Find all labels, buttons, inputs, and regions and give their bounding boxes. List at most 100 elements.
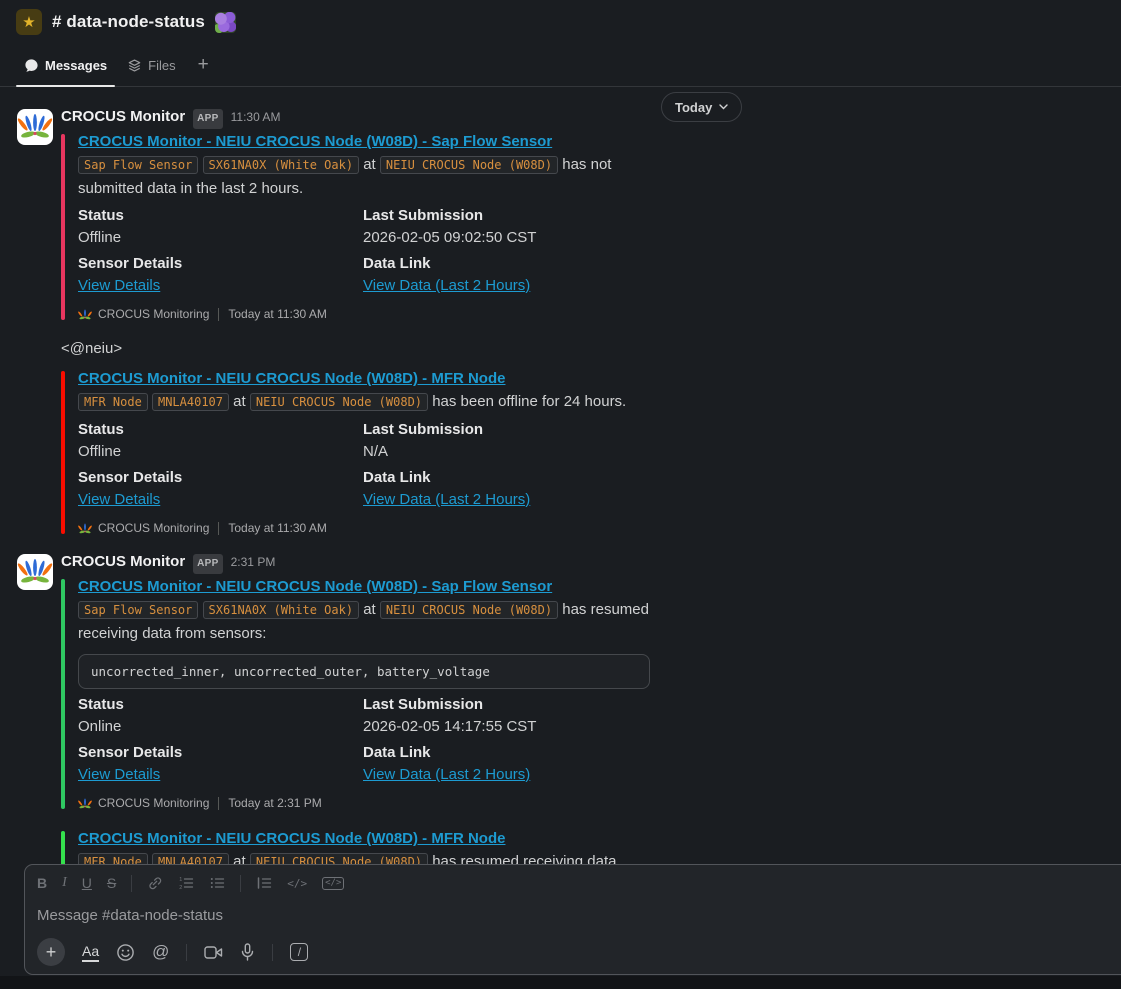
footer-divider (218, 522, 219, 535)
ordered-list-button[interactable]: 1 2 (178, 875, 194, 891)
attachment-fields: Status Last Submission Offline 2026-02-0… (78, 205, 651, 249)
footer-timestamp: Today at 2:31 PM (228, 796, 321, 811)
view-details-link[interactable]: View Details (78, 766, 160, 783)
sensor-id-chip: SX61NA0X (White Oak) (203, 156, 360, 174)
bot-avatar[interactable] (17, 554, 53, 590)
tab-messages-label: Messages (45, 58, 107, 73)
app-badge: APP (193, 554, 222, 574)
underline-button[interactable]: U (82, 876, 92, 890)
bullet-list-icon (209, 875, 225, 891)
last-submission-field-label: Last Submission (363, 694, 651, 716)
view-details-link[interactable]: View Details (78, 491, 160, 508)
tab-messages[interactable]: Messages (16, 44, 115, 86)
footer-timestamp: Today at 11:30 AM (228, 521, 327, 536)
status-field-value: Offline (78, 441, 363, 463)
data-link-field-label: Data Link (363, 253, 651, 275)
blockquote-button[interactable] (256, 875, 272, 891)
star-icon: ★ (22, 15, 35, 30)
bullet-list-button[interactable] (209, 875, 225, 891)
message-group: CROCUS Monitor APP 11:30 AM CROCUS Monit… (0, 108, 1121, 536)
starred-channel-button[interactable]: ★ (16, 9, 42, 35)
node-chip: NEIU CROCUS Node (W08D) (250, 393, 428, 411)
sensor-details-field-label: Sensor Details (78, 467, 363, 489)
sender-name[interactable]: CROCUS Monitor (61, 553, 185, 571)
smiley-icon (116, 943, 135, 962)
attachment-fields: Status Last Submission Online 2026-02-05… (78, 694, 651, 738)
attachment-sap-flow-online: CROCUS Monitor - NEIU CROCUS Node (W08D)… (61, 577, 651, 811)
view-data-link[interactable]: View Data (Last 2 Hours) (363, 491, 530, 508)
channel-title: # data-node-status (52, 12, 205, 32)
tab-files[interactable]: Files (119, 44, 183, 86)
attachment-title: CROCUS Monitor - NEIU CROCUS Node (W08D)… (78, 829, 651, 849)
last-submission-field-value: 2026-02-05 09:02:50 CST (363, 227, 651, 249)
attachment-link-fields: Sensor Details Data Link View Details Vi… (78, 742, 651, 786)
attachment-title: CROCUS Monitor - NEIU CROCUS Node (W08D)… (78, 369, 651, 389)
attachment-mfr-offline: CROCUS Monitor - NEIU CROCUS Node (W08D)… (61, 369, 651, 536)
slash-commands-button[interactable]: / (290, 943, 308, 961)
add-tab-button[interactable]: + (188, 44, 219, 86)
status-field-label: Status (78, 419, 363, 441)
attachment-title-link[interactable]: CROCUS Monitor - NEIU CROCUS Node (W08D)… (78, 133, 552, 150)
toolbar-divider (240, 875, 241, 892)
sensor-details-field-label: Sensor Details (78, 253, 363, 275)
sensor-details-field-label: Sensor Details (78, 742, 363, 764)
inline-code-button[interactable]: </> (287, 878, 307, 889)
attachment-link-fields: Sensor Details Data Link View Details Vi… (78, 467, 651, 511)
attachment-title-link[interactable]: CROCUS Monitor - NEIU CROCUS Node (W08D)… (78, 578, 552, 595)
data-link-field-label: Data Link (363, 742, 651, 764)
chevron-down-icon (719, 104, 728, 110)
slack-channel-view: ★ # data-node-status Messages Files + To… (0, 0, 1121, 989)
message-composer[interactable]: B I U S 1 2 (24, 864, 1121, 975)
bot-avatar[interactable] (17, 109, 53, 145)
audio-clip-button[interactable] (240, 943, 255, 962)
action-divider (272, 944, 273, 961)
attachment-title-link[interactable]: CROCUS Monitor - NEIU CROCUS Node (W08D)… (78, 830, 505, 847)
data-link-field-label: Data Link (363, 467, 651, 489)
attachment-title: CROCUS Monitor - NEIU CROCUS Node (W08D)… (78, 132, 651, 152)
app-badge: APP (193, 109, 222, 129)
window-bottom-strip (0, 976, 1121, 989)
date-divider-label: Today (675, 100, 712, 115)
sensor-type-chip: Sap Flow Sensor (78, 156, 198, 174)
status-field-label: Status (78, 205, 363, 227)
footer-divider (218, 797, 219, 810)
attachment-title-link[interactable]: CROCUS Monitor - NEIU CROCUS Node (W08D)… (78, 370, 505, 387)
active-tab-underline (16, 85, 115, 87)
italic-button[interactable]: I (62, 876, 67, 890)
sender-name[interactable]: CROCUS Monitor (61, 108, 185, 126)
last-submission-field-label: Last Submission (363, 205, 651, 227)
formatting-toolbar: B I U S 1 2 (37, 873, 1121, 893)
layers-icon (127, 58, 142, 73)
footer-app-name: CROCUS Monitoring (98, 307, 209, 322)
attachment-footer: CROCUS Monitoring Today at 11:30 AM (78, 307, 651, 322)
status-field-value: Offline (78, 227, 363, 249)
emoji-button[interactable] (116, 943, 135, 962)
strikethrough-button[interactable]: S (107, 876, 116, 890)
sensor-type-chip: Sap Flow Sensor (78, 601, 198, 619)
bold-button[interactable]: B (37, 876, 47, 890)
svg-text:1: 1 (179, 877, 182, 883)
formatting-toggle-button[interactable]: Aa (82, 943, 99, 962)
sensor-id-chip: SX61NA0X (White Oak) (203, 601, 360, 619)
slash-icon: / (298, 945, 301, 959)
toolbar-divider (131, 875, 132, 892)
attach-button[interactable]: + (37, 938, 65, 966)
code-block-button[interactable]: </> (322, 877, 344, 890)
message-header: CROCUS Monitor APP 11:30 AM (61, 108, 1121, 129)
crocus-footer-icon (78, 522, 92, 536)
view-details-link[interactable]: View Details (78, 277, 160, 294)
chat-bubble-icon (24, 58, 39, 73)
mention-button[interactable]: @ (152, 942, 169, 962)
date-divider-pill[interactable]: Today (661, 92, 742, 122)
microphone-icon (240, 943, 255, 962)
footer-app-name: CROCUS Monitoring (98, 796, 209, 811)
video-camera-icon (204, 945, 223, 960)
message-input[interactable]: Message #data-node-status (37, 907, 1121, 924)
channel-tab-bar: Messages Files + (0, 44, 1121, 87)
last-submission-field-value: N/A (363, 441, 651, 463)
view-data-link[interactable]: View Data (Last 2 Hours) (363, 766, 530, 783)
body-text: at (363, 601, 376, 618)
view-data-link[interactable]: View Data (Last 2 Hours) (363, 277, 530, 294)
link-button[interactable] (147, 875, 163, 891)
video-clip-button[interactable] (204, 945, 223, 960)
